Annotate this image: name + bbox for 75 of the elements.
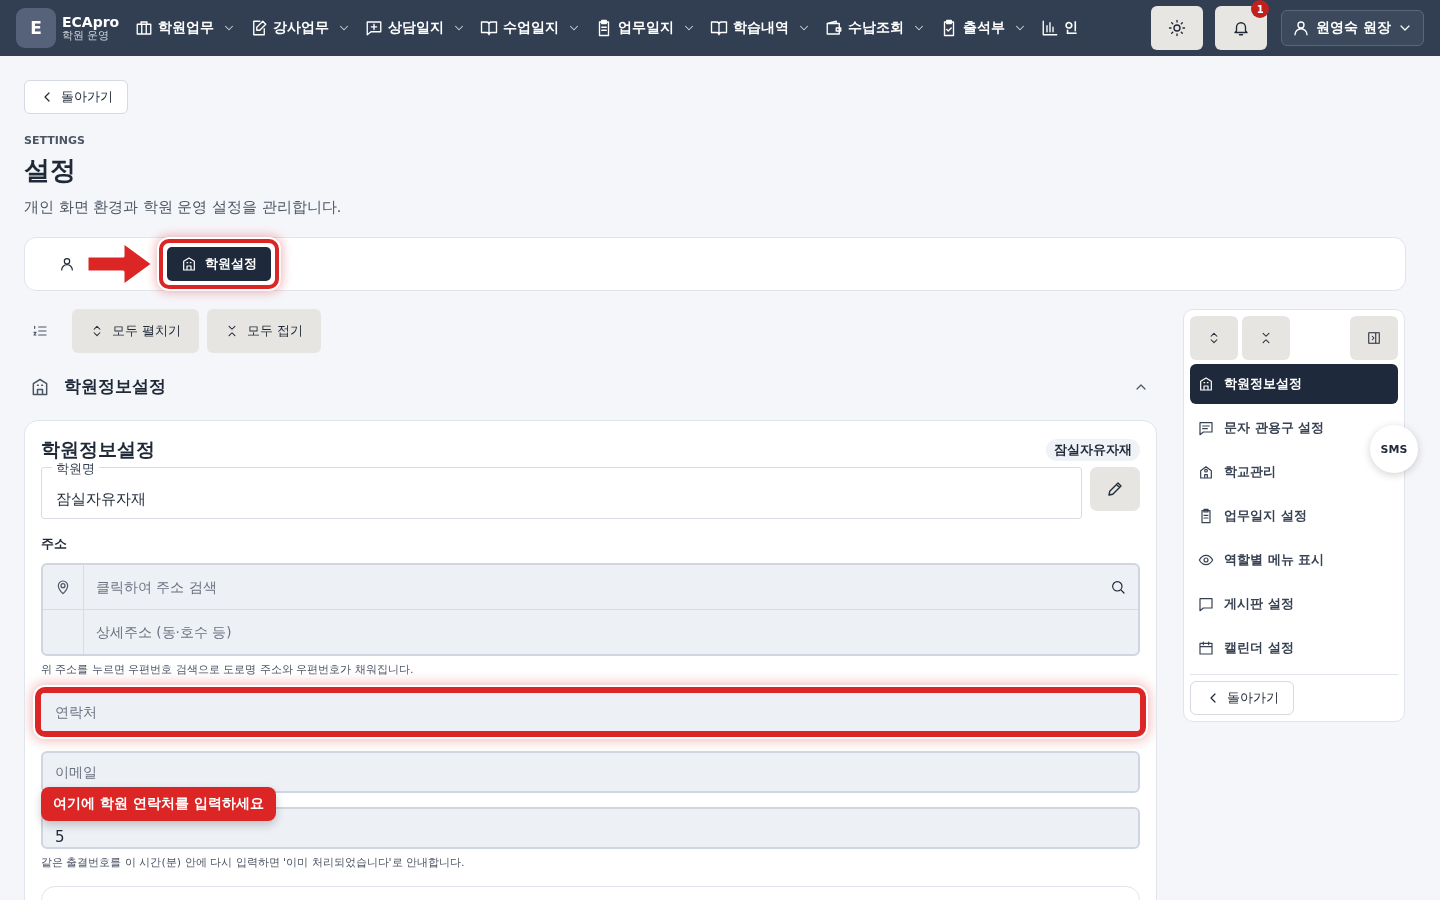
- logo-mark: E: [16, 8, 56, 48]
- user-icon: [59, 256, 75, 272]
- card-title: 학원정보설정: [41, 437, 155, 462]
- sms-floating-button[interactable]: SMS: [1370, 425, 1418, 473]
- address-hint: 위 주소를 누르면 우편번호 검색으로 도로명 주소와 우편번호가 채워집니다.: [41, 662, 415, 677]
- page-title: 설정: [24, 154, 77, 187]
- bar-chart-icon: [1041, 19, 1060, 37]
- ordered-list-icon[interactable]: [32, 323, 48, 339]
- building-icon: [181, 256, 197, 272]
- nav-menu-item[interactable]: 인: [1041, 19, 1079, 37]
- interval-hint: 같은 출결번호를 이 시간(분) 안에 다시 입력하면 '이미 처리되었습니다'로 안내합니다.: [41, 855, 466, 870]
- settings-tab[interactable]: 학원설정: [167, 247, 271, 281]
- nav-menu-item[interactable]: 학원업무: [135, 19, 215, 37]
- tooltip: 여기에 학원 연락처를 입력하세요: [41, 787, 276, 821]
- side-nav-item[interactable]: 업무일지 설정: [1190, 496, 1315, 536]
- user-menu-button[interactable]: 원영숙 원장: [1281, 10, 1424, 46]
- school-icon: [1198, 464, 1214, 480]
- field-label: 주소: [41, 535, 68, 553]
- note-pencil-icon: [250, 19, 269, 37]
- academy-badge: 잠실자유자재: [1046, 439, 1140, 461]
- book-icon: [480, 19, 499, 37]
- bell-icon: [1232, 19, 1251, 37]
- nav-menu-item[interactable]: 수업일지: [480, 19, 560, 37]
- user-icon: [1292, 19, 1311, 37]
- panel-toggle-button[interactable]: [1350, 316, 1398, 360]
- nav-menu-item[interactable]: 출석부: [940, 19, 1006, 37]
- expand-all-button[interactable]: 모두 펼치기: [72, 309, 199, 353]
- chevrons-icon: [225, 324, 239, 338]
- back-button[interactable]: 돌아가기: [1190, 681, 1294, 715]
- page-description: 개인 화면 환경과 학원 운영 설정을 관리합니다.: [24, 198, 343, 217]
- nav-menu-item[interactable]: 상담일지: [365, 19, 445, 37]
- edit-button[interactable]: [1090, 467, 1140, 511]
- collapse-all-button[interactable]: 모두 접기: [207, 309, 321, 353]
- notification-badge: 1: [1251, 0, 1270, 18]
- message-icon: [1198, 420, 1214, 436]
- clipboard-icon: [1198, 508, 1214, 524]
- chat-icon: [1198, 596, 1214, 612]
- address-search-field[interactable]: 클릭하여 주소 검색: [96, 579, 1110, 595]
- side-nav-item[interactable]: 역할별 메뉴 표시: [1190, 540, 1333, 580]
- nav-menu-item[interactable]: 강사업무: [250, 19, 330, 37]
- app-subtitle: 학원 운영: [62, 29, 110, 42]
- phone-field[interactable]: 연락처: [41, 693, 1140, 731]
- notifications-button[interactable]: [1215, 6, 1268, 50]
- section-header[interactable]: 학원정보설정: [24, 353, 1157, 420]
- building-icon: [30, 376, 50, 397]
- side-nav-item[interactable]: 학원정보설정: [1190, 364, 1398, 404]
- chevrons-icon: [1259, 331, 1273, 345]
- chat-plus-icon: [365, 19, 384, 37]
- pencil-icon: [1106, 480, 1124, 498]
- field-label: 학원명: [52, 460, 99, 478]
- back-button[interactable]: 돌아가기: [24, 80, 128, 114]
- side-nav-item[interactable]: 학교관리: [1190, 452, 1284, 492]
- app-name: ECApro: [62, 14, 120, 30]
- name-input[interactable]: 잠실자유자재: [56, 490, 1067, 508]
- nav-menu-item[interactable]: 수납조회: [825, 19, 905, 37]
- calendar-icon: [1198, 640, 1214, 656]
- building-icon: [1198, 376, 1214, 392]
- wallet-icon: [825, 19, 844, 37]
- page-eyebrow: SETTINGS: [24, 134, 86, 147]
- nav-menu-item[interactable]: 학습내역: [710, 19, 790, 37]
- side-nav-item[interactable]: 캘린더 설정: [1190, 628, 1302, 668]
- section-title: 학원정보설정: [64, 375, 167, 398]
- map-pin-icon: [55, 579, 71, 595]
- side-nav-item[interactable]: 게시판 설정: [1190, 584, 1302, 624]
- nav-menu-item[interactable]: 업무일지: [595, 19, 675, 37]
- briefcase-icon: [135, 19, 154, 37]
- sun-icon: [1168, 19, 1187, 37]
- side-nav-item[interactable]: 문자 관용구 설정: [1190, 408, 1333, 448]
- theme-toggle-button[interactable]: [1151, 6, 1204, 50]
- panel-icon: [1367, 331, 1381, 345]
- email-field[interactable]: 이메일: [41, 751, 1140, 793]
- eye-icon: [1198, 552, 1214, 568]
- book-icon: [710, 19, 729, 37]
- search-icon: [1110, 579, 1126, 595]
- address-detail-field[interactable]: 상세주소 (동·호수 등): [96, 624, 1126, 640]
